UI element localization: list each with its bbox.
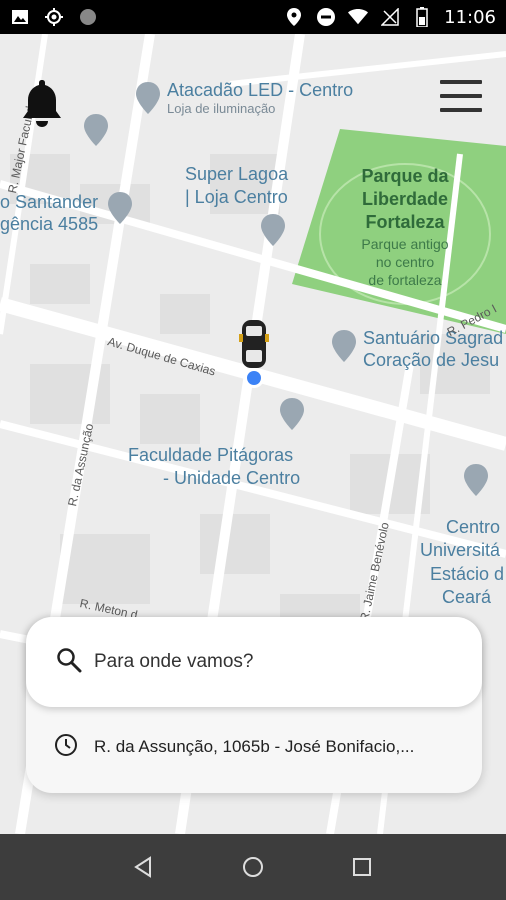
map-label-centro-4: Ceará: [442, 587, 492, 607]
no-signal-icon: [380, 7, 400, 27]
status-bar: 11:06: [0, 0, 506, 34]
map-label-santuario-1: Santuário Sagrad: [363, 328, 504, 348]
map-label-parque-sub-2: no centro: [375, 254, 435, 270]
hamburger-menu-icon[interactable]: [440, 80, 482, 122]
circle-icon: [78, 7, 98, 27]
search-icon: [56, 647, 82, 678]
map-label-santuario-2: Coração de Jesu: [363, 350, 500, 370]
map-label-parque-1: Parque da: [361, 166, 449, 186]
clock-icon: [54, 733, 78, 762]
search-input[interactable]: Para onde vamos?: [26, 617, 482, 707]
map-label-centro-1: Centro: [446, 517, 501, 537]
map-label-parque-sub-3: de fortaleza: [368, 272, 442, 288]
map-label-centro-2: Universitá: [420, 540, 501, 560]
map-label-superlagoa: Super Lagoa: [185, 164, 289, 184]
car-marker: [238, 318, 270, 370]
map-label-atacadao-sub: Loja de iluminação: [167, 101, 276, 116]
system-nav-bar: [0, 834, 506, 900]
map-label-atacadao: Atacadão LED - Centro: [167, 80, 354, 100]
current-location-dot: [244, 368, 264, 388]
do-not-disturb-icon: [316, 7, 336, 27]
wifi-icon: [348, 7, 369, 27]
map-label-parque-sub-1: Parque antigo: [361, 236, 449, 252]
battery-icon: [412, 7, 432, 27]
recents-icon[interactable]: [342, 847, 382, 887]
destination-card: Para onde vamos? R. da Assunção, 1065b -…: [26, 617, 482, 793]
image-icon: [10, 7, 30, 27]
map-label-faculdade-1: Faculdade Pitágoras: [128, 445, 294, 465]
map-label-parque-2: Liberdade: [361, 189, 449, 209]
location-crosshair-icon: [44, 7, 64, 27]
map-label-centro-3: Estácio d: [430, 564, 505, 584]
back-icon[interactable]: [124, 847, 164, 887]
map-label-parque-3: Fortaleza: [365, 212, 445, 232]
recent-destination-address: R. da Assunção, 1065b - José Bonifacio,.…: [94, 737, 415, 756]
map-label-faculdade-2: - Unidade Centro: [163, 468, 301, 488]
search-placeholder: Para onde vamos?: [94, 651, 254, 672]
home-icon[interactable]: [233, 847, 273, 887]
location-pin-icon: [284, 7, 304, 27]
recent-destination-item[interactable]: R. da Assunção, 1065b - José Bonifacio,.…: [26, 717, 482, 777]
status-time: 11:06: [444, 6, 496, 28]
map-label-santander: o Santander: [0, 192, 99, 212]
map-label-superlagoa-2: | Loja Centro: [185, 187, 288, 207]
map-label-santander-2: gência 4585: [0, 214, 99, 234]
